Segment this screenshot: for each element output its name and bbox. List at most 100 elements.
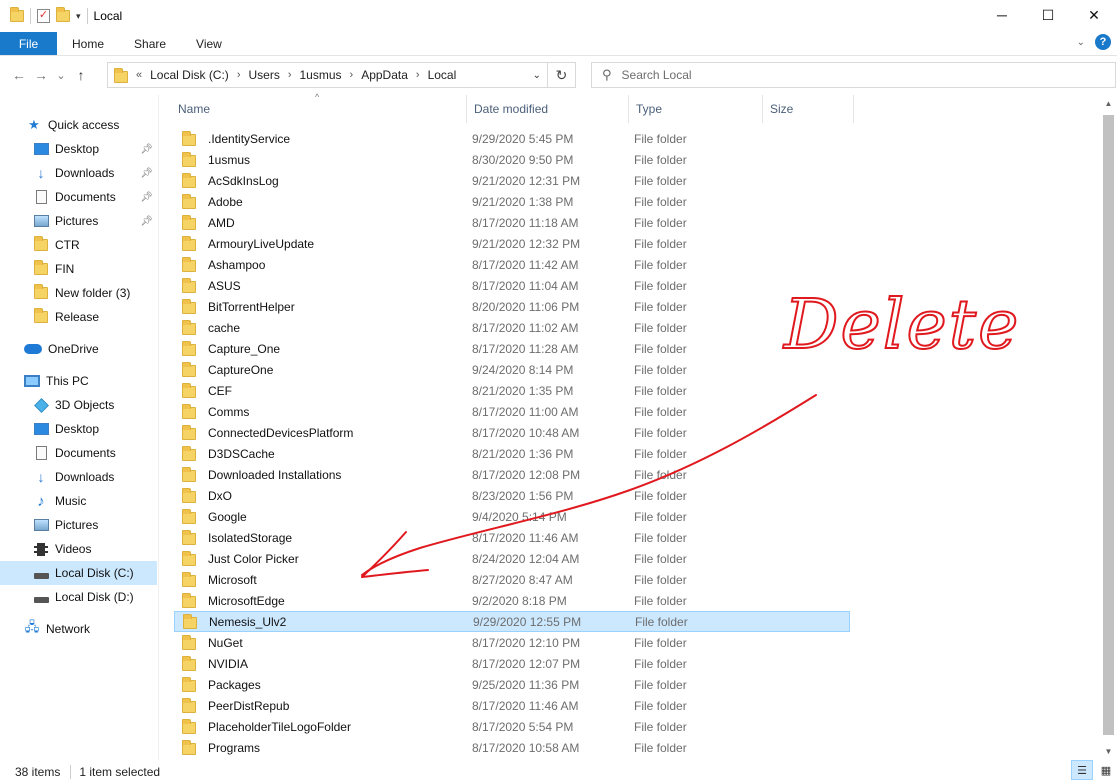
vertical-scrollbar[interactable]: ▲ ▼ xyxy=(1100,95,1117,760)
sidebar-item-network[interactable]: 🖧︎ Network xyxy=(0,617,157,641)
pin-icon[interactable]: 📌︎ xyxy=(140,192,153,203)
tab-view[interactable]: View xyxy=(181,32,237,55)
refresh-button[interactable]: ↻ xyxy=(548,62,576,88)
table-row[interactable]: PlaceholderTileLogoFolder 8/17/2020 5:54 … xyxy=(174,716,850,737)
sidebar-item-onedrive[interactable]: OneDrive xyxy=(0,337,157,361)
table-row[interactable]: Google 9/4/2020 5:14 PM File folder xyxy=(174,506,850,527)
tab-home[interactable]: Home xyxy=(57,32,119,55)
table-row[interactable]: PeerDistRepub 8/17/2020 11:46 AM File fold… xyxy=(174,695,850,716)
sidebar-item-new-folder-3[interactable]: New folder (3) xyxy=(0,281,157,305)
table-row[interactable]: cache 8/17/2020 11:02 AM File folder xyxy=(174,317,850,338)
table-row[interactable]: CaptureOne 9/24/2020 8:14 PM File folder xyxy=(174,359,850,380)
column-header-name[interactable]: Name xyxy=(171,95,467,123)
table-row[interactable]: Capture_One 8/17/2020 11:28 AM File folder xyxy=(174,338,850,359)
sidebar-item-quick-access[interactable]: ★ Quick access xyxy=(0,113,157,137)
search-input[interactable] xyxy=(621,68,1022,82)
sidebar-item-label: OneDrive xyxy=(48,342,99,356)
table-row[interactable]: 1usmus 8/30/2020 9:50 PM File folder xyxy=(174,149,850,170)
column-header-date[interactable]: Date modified xyxy=(467,95,629,123)
table-row[interactable]: Comms 8/17/2020 11:00 AM File folder xyxy=(174,401,850,422)
scrollbar-thumb[interactable] xyxy=(1103,115,1114,735)
breadcrumb-local[interactable]: Local xyxy=(428,68,457,82)
table-row[interactable]: MicrosoftEdge 9/2/2020 8:18 PM File folder xyxy=(174,590,850,611)
table-row[interactable]: Microsoft 8/27/2020 8:47 AM File folder xyxy=(174,569,850,590)
sidebar-item-documents[interactable]: Documents 📌︎ xyxy=(0,185,157,209)
sidebar-item-downloads[interactable]: ↓ Downloads 📌︎ xyxy=(0,161,157,185)
sidebar-item-fin[interactable]: FIN xyxy=(0,257,157,281)
search-box[interactable]: ⚲ xyxy=(591,62,1116,88)
table-row[interactable]: Adobe 9/21/2020 1:38 PM File folder xyxy=(174,191,850,212)
details-view-icon[interactable]: ☰ xyxy=(1071,760,1093,780)
close-button[interactable]: ✕ xyxy=(1071,0,1117,30)
table-row[interactable]: ArmouryLiveUpdate 9/21/2020 12:32 PM File … xyxy=(174,233,850,254)
chevron-right-icon[interactable]: › xyxy=(288,69,292,81)
recent-locations-button[interactable]: ⌄ xyxy=(52,64,70,86)
scroll-down-icon[interactable]: ▼ xyxy=(1100,743,1117,760)
help-icon[interactable]: ? xyxy=(1095,34,1111,50)
chevron-right-icon[interactable]: › xyxy=(237,69,241,81)
pin-icon[interactable]: 📌︎ xyxy=(140,168,153,179)
chevron-right-icon[interactable]: › xyxy=(416,69,420,81)
table-row[interactable]: IsolatedStorage 8/17/2020 11:46 AM File fo… xyxy=(174,527,850,548)
sidebar-item-this-pc[interactable]: This PC xyxy=(0,369,157,393)
sidebar-item-desktop[interactable]: Desktop 📌︎ xyxy=(0,137,157,161)
customize-toolbar-icon[interactable]: ▾ xyxy=(76,11,81,22)
breadcrumb-local-disk[interactable]: Local Disk (C:) xyxy=(150,68,229,82)
overflow-icon[interactable]: « xyxy=(136,69,142,81)
table-row[interactable]: Just Color Picker 8/24/2020 12:04 AM File … xyxy=(174,548,850,569)
table-row[interactable]: CEF 8/21/2020 1:35 PM File folder xyxy=(174,380,850,401)
up-button[interactable]: ↑ xyxy=(70,64,92,86)
minimize-button[interactable]: ─ xyxy=(979,0,1025,30)
table-row[interactable]: ASUS 8/17/2020 11:04 AM File folder xyxy=(174,275,850,296)
expand-ribbon-icon[interactable]: ⌄ xyxy=(1077,37,1085,48)
column-header-type[interactable]: Type xyxy=(629,95,763,123)
folder-icon[interactable] xyxy=(10,7,24,22)
chevron-down-icon[interactable]: ⌄ xyxy=(533,70,541,81)
sidebar-item-documents-pc[interactable]: Documents xyxy=(0,441,157,465)
table-row[interactable]: AcSdkInsLog 9/21/2020 12:31 PM File folder xyxy=(174,170,850,191)
back-button[interactable]: ← xyxy=(8,64,30,86)
large-icons-view-icon[interactable]: ▦ xyxy=(1095,760,1117,780)
tab-file[interactable]: File xyxy=(0,32,57,55)
file-name: Microsoft xyxy=(208,572,257,587)
tab-share[interactable]: Share xyxy=(119,32,181,55)
breadcrumb-users[interactable]: Users xyxy=(248,68,279,82)
pin-icon[interactable]: 📌︎ xyxy=(140,216,153,227)
table-row[interactable]: NuGet 8/17/2020 12:10 PM File folder xyxy=(174,632,850,653)
sidebar-item-local-disk-d[interactable]: Local Disk (D:) xyxy=(0,585,157,609)
table-row[interactable]: Downloaded Installations 8/17/2020 12:08 … xyxy=(174,464,850,485)
table-row[interactable]: .IdentityService 9/29/2020 5:45 PM File fo… xyxy=(174,128,850,149)
table-row[interactable]: Programs 8/17/2020 10:58 AM File folder xyxy=(174,737,850,758)
chevron-right-icon[interactable]: › xyxy=(350,69,354,81)
table-row[interactable]: D3DSCache 8/21/2020 1:36 PM File folder xyxy=(174,443,850,464)
forward-button[interactable]: → xyxy=(30,64,52,86)
table-row[interactable]: Nemesis_Ulv2 9/29/2020 12:55 PM File folde… xyxy=(174,611,850,632)
sidebar-item-videos[interactable]: Videos xyxy=(0,537,157,561)
properties-icon[interactable]: ✓ xyxy=(37,9,50,23)
scroll-up-icon[interactable]: ▲ xyxy=(1100,95,1117,112)
new-folder-icon[interactable] xyxy=(56,7,70,22)
sidebar-item-ctr[interactable]: CTR xyxy=(0,233,157,257)
sidebar-item-pictures[interactable]: Pictures 📌︎ xyxy=(0,209,157,233)
table-row[interactable]: ConnectedDevicesPlatform 8/17/2020 10:48 … xyxy=(174,422,850,443)
table-row[interactable]: BitTorrentHelper 8/20/2020 11:06 PM File f… xyxy=(174,296,850,317)
sidebar-item-music[interactable]: ♪ Music xyxy=(0,489,157,513)
sidebar-item-downloads-pc[interactable]: ↓ Downloads xyxy=(0,465,157,489)
folder-icon xyxy=(182,404,196,419)
maximize-button[interactable]: ☐ xyxy=(1025,0,1071,30)
sidebar-item-pictures-pc[interactable]: Pictures xyxy=(0,513,157,537)
table-row[interactable]: Ashampoo 8/17/2020 11:42 AM File folder xyxy=(174,254,850,275)
table-row[interactable]: AMD 8/17/2020 11:18 AM File folder xyxy=(174,212,850,233)
table-row[interactable]: DxO 8/23/2020 1:56 PM File folder xyxy=(174,485,850,506)
table-row[interactable]: NVIDIA 8/17/2020 12:07 PM File folder xyxy=(174,653,850,674)
sidebar-item-release[interactable]: Release xyxy=(0,305,157,329)
pin-icon[interactable]: 📌︎ xyxy=(140,144,153,155)
address-bar[interactable]: « Local Disk (C:) › Users › 1usmus › App… xyxy=(107,62,548,88)
sidebar-item-desktop-pc[interactable]: Desktop xyxy=(0,417,157,441)
column-header-size[interactable]: Size xyxy=(763,95,854,123)
sidebar-item-local-disk-c[interactable]: Local Disk (C:) xyxy=(0,561,157,585)
sidebar-item-3d-objects[interactable]: 3D Objects xyxy=(0,393,157,417)
breadcrumb-appdata[interactable]: AppData xyxy=(361,68,408,82)
table-row[interactable]: Packages 9/25/2020 11:36 PM File folder xyxy=(174,674,850,695)
breadcrumb-1usmus[interactable]: 1usmus xyxy=(300,68,342,82)
